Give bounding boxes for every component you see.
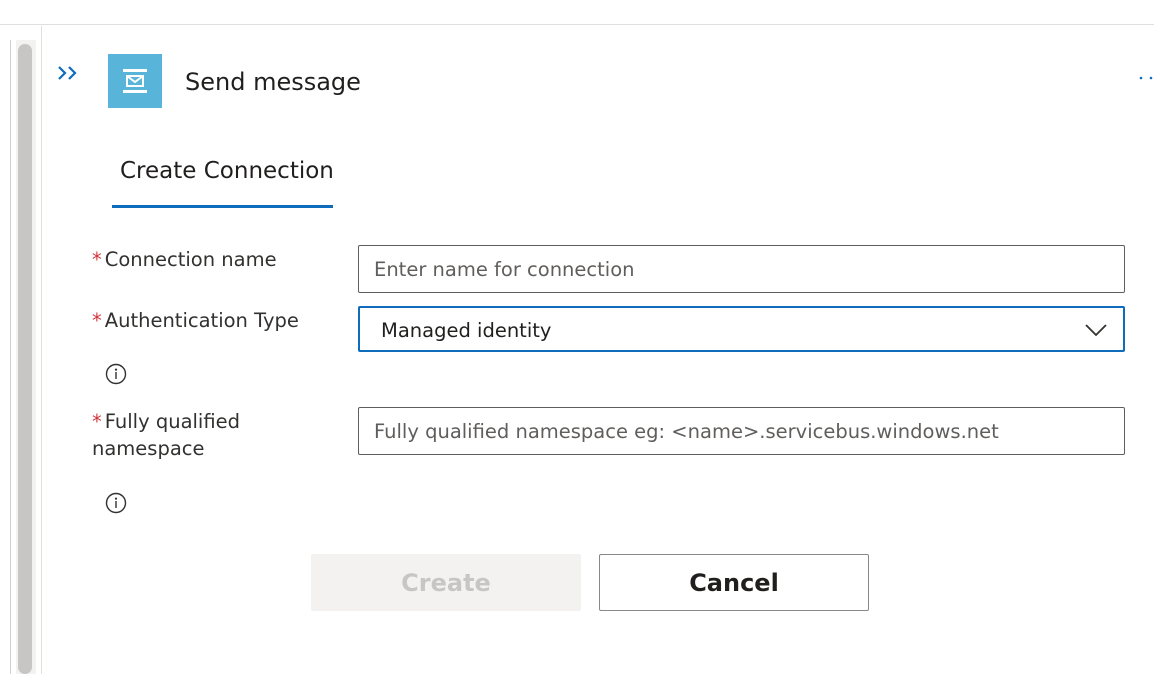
more-options-icon[interactable] — [1138, 68, 1154, 80]
service-bus-message-icon — [108, 54, 162, 108]
connection-name-input[interactable] — [358, 245, 1125, 293]
info-icon[interactable] — [105, 492, 127, 514]
tab-label: Create Connection — [120, 158, 334, 184]
required-marker: * — [92, 248, 102, 271]
create-button[interactable]: Create — [311, 554, 581, 611]
namespace-label-text: Fully qualified namespace — [92, 410, 241, 460]
authentication-type-dropdown[interactable]: Managed identity — [358, 306, 1125, 352]
namespace-label: * Fully qualified namespace — [92, 408, 272, 462]
required-marker: * — [92, 309, 102, 332]
double-chevron-right-icon[interactable] — [56, 62, 82, 84]
panel-title: Send message — [185, 68, 361, 96]
chevron-down-icon — [1085, 322, 1107, 337]
authentication-type-value: Managed identity — [381, 319, 552, 342]
tab-active-indicator — [112, 205, 333, 208]
left-pane-border — [10, 40, 11, 674]
authentication-type-label-text: Authentication Type — [104, 309, 299, 332]
panel-edge — [41, 26, 42, 674]
top-divider — [0, 24, 1154, 25]
tab-create-connection[interactable]: Create Connection — [112, 140, 334, 208]
scrollbar-thumb[interactable] — [18, 44, 32, 674]
cancel-button[interactable]: Cancel — [599, 554, 869, 611]
authentication-type-label: * Authentication Type — [92, 307, 299, 334]
required-marker: * — [92, 410, 102, 433]
connection-name-label: * Connection name — [92, 246, 277, 273]
connection-name-label-text: Connection name — [104, 248, 277, 271]
namespace-input[interactable] — [358, 407, 1125, 455]
info-icon[interactable] — [105, 363, 127, 385]
